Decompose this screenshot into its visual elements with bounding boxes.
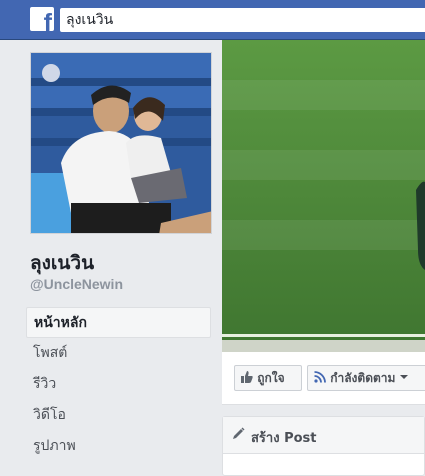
pencil-icon bbox=[233, 427, 245, 439]
create-post-label[interactable]: สร้าง Post bbox=[251, 427, 317, 448]
rss-feed-icon bbox=[314, 371, 326, 383]
thumbs-up-icon bbox=[241, 371, 253, 383]
nav-item-videos[interactable]: วิดีโอ bbox=[26, 400, 211, 431]
cover-photo[interactable] bbox=[222, 40, 425, 352]
top-navigation-bar: f ลุงเนวิน bbox=[0, 0, 425, 40]
nav-item-posts[interactable]: โพสต์ bbox=[26, 338, 211, 369]
cover-photo-image bbox=[222, 40, 425, 352]
page-navigation: หน้าหลัก โพสต์ รีวิว วิดีโอ รูปภาพ bbox=[26, 307, 211, 462]
create-post-header: สร้าง Post bbox=[223, 417, 424, 454]
nav-item-home[interactable]: หน้าหลัก bbox=[26, 307, 211, 338]
search-input[interactable]: ลุงเนวิน bbox=[60, 8, 425, 32]
facebook-logo-icon[interactable]: f bbox=[30, 7, 54, 31]
profile-picture[interactable] bbox=[30, 52, 212, 234]
profile-photo-image bbox=[31, 53, 211, 233]
like-button[interactable]: ถูกใจ bbox=[234, 365, 302, 391]
nav-item-photos[interactable]: รูปภาพ bbox=[26, 431, 211, 462]
page-username[interactable]: @UncleNewin bbox=[30, 276, 123, 292]
create-post-box[interactable]: สร้าง Post bbox=[222, 416, 425, 476]
page-name[interactable]: ลุงเนวิน bbox=[30, 248, 94, 278]
nav-item-reviews[interactable]: รีวิว bbox=[26, 369, 211, 400]
page-action-bar: ถูกใจ กำลังติดตาม bbox=[222, 352, 425, 405]
following-button[interactable]: กำลังติดตาม bbox=[307, 365, 425, 391]
chevron-down-icon bbox=[399, 375, 408, 379]
